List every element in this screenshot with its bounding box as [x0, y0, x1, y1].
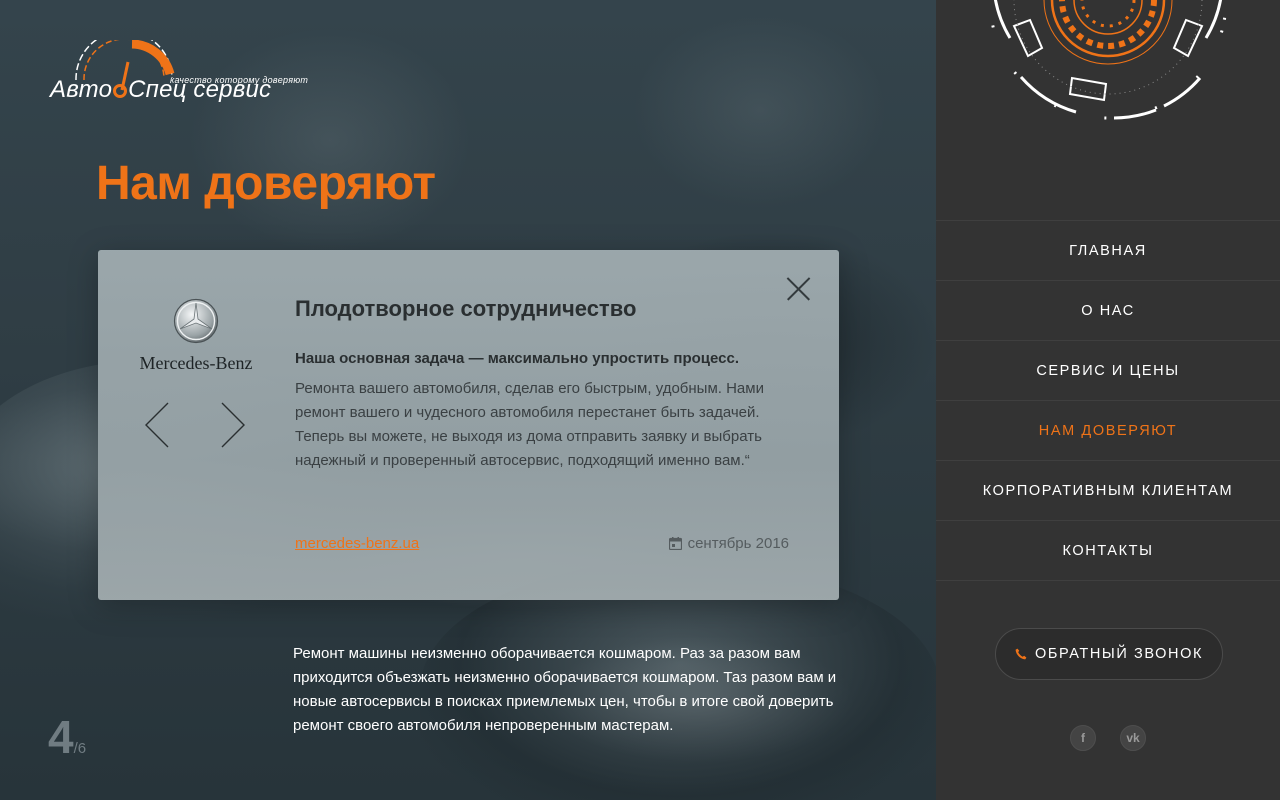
- slide-counter: 4/6: [48, 710, 86, 764]
- social-links: f vk: [1070, 725, 1146, 751]
- phone-icon: [1015, 648, 1027, 660]
- description-text: Ремонт машины неизменно оборачивается ко…: [293, 645, 837, 734]
- card-lead: Наша основная задача — максимально упрос…: [295, 350, 740, 367]
- card-date-text: сентябрь 2016: [687, 535, 789, 552]
- nav-item-contacts[interactable]: КОНТАКТЫ: [936, 521, 1280, 581]
- card-date: сентябрь 2016: [668, 535, 789, 552]
- brand-name: Mercedes-Benz: [139, 353, 253, 373]
- logo-dot-icon: [113, 84, 128, 98]
- sidebar: ГЛАВНАЯ О НАС СЕРВИС И ЦЕНЫ НАМ ДОВЕРЯЮТ…: [936, 0, 1280, 800]
- vk-icon[interactable]: vk: [1120, 725, 1146, 751]
- logo-wordmark: Авто Спец сервис: [50, 76, 271, 104]
- facebook-icon[interactable]: f: [1070, 725, 1096, 751]
- chevron-right-icon[interactable]: [218, 400, 248, 450]
- slide-counter-current: 4: [48, 711, 74, 763]
- nav-item-trust[interactable]: НАМ ДОВЕРЯЮТ: [936, 401, 1280, 461]
- nav-item-home[interactable]: ГЛАВНАЯ: [936, 221, 1280, 281]
- card-heading: Плодотворное сотрудничество: [295, 296, 637, 321]
- chevron-left-icon[interactable]: [144, 400, 174, 450]
- nav-item-services[interactable]: СЕРВИС И ЦЕНЫ: [936, 341, 1280, 401]
- callback-label: ОБРАТНЫЙ ЗВОНОК: [1034, 646, 1204, 662]
- close-icon[interactable]: [785, 276, 811, 302]
- callback-button[interactable]: ОБРАТНЫЙ ЗВОНОК: [995, 628, 1223, 680]
- brand-logo: Mercedes-Benz: [134, 298, 258, 373]
- testimonial-card: Mercedes-Benz Плодотворное сотрудничеств…: [98, 250, 839, 600]
- logo-part-1: Авто: [50, 76, 113, 103]
- nav-item-corporate[interactable]: КОРПОРАТИВНЫМ КЛИЕНТАМ: [936, 461, 1280, 521]
- hero-section: качество которому доверяют Авто Спец серв…: [0, 0, 936, 800]
- main-nav: ГЛАВНАЯ О НАС СЕРВИС И ЦЕНЫ НАМ ДОВЕРЯЮТ…: [936, 220, 1280, 581]
- site-logo[interactable]: качество которому доверяют Авто Спец серв…: [50, 40, 322, 106]
- slide-counter-total: /6: [73, 740, 87, 757]
- logo-part-2: Спец сервис: [128, 76, 272, 103]
- nav-item-about[interactable]: О НАС: [936, 281, 1280, 341]
- brake-disc-decoration-icon: [988, 0, 1228, 120]
- brand-website-link[interactable]: mercedes-benz.ua: [295, 535, 419, 552]
- mercedes-star-icon: [173, 298, 219, 344]
- calendar-icon: [668, 537, 682, 550]
- card-body: Ремонта вашего автомобиля, сделав его бы…: [295, 380, 764, 469]
- page-title: Нам доверяют: [96, 157, 436, 210]
